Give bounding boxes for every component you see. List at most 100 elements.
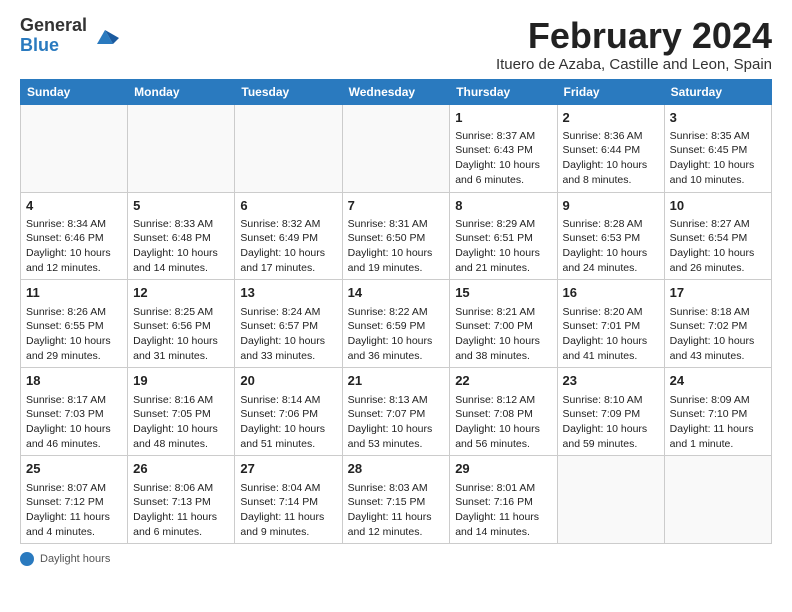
day-info: Sunrise: 8:29 AM Sunset: 6:51 PM Dayligh… (455, 217, 551, 276)
table-row: 10 Sunrise: 8:27 AM Sunset: 6:54 PM Dayli… (664, 192, 771, 280)
day-info: Sunrise: 8:36 AM Sunset: 6:44 PM Dayligh… (563, 129, 659, 188)
calendar-table: SundayMondayTuesdayWednesdayThursdayFrid… (20, 79, 772, 545)
day-number: 19 (133, 372, 229, 390)
day-info: Sunrise: 8:14 AM Sunset: 7:06 PM Dayligh… (240, 393, 336, 452)
table-row: 1 Sunrise: 8:37 AM Sunset: 6:43 PM Daylig… (450, 104, 557, 192)
table-row: 17 Sunrise: 8:18 AM Sunset: 7:02 PM Dayli… (664, 280, 771, 368)
table-row: 13 Sunrise: 8:24 AM Sunset: 6:57 PM Dayli… (235, 280, 342, 368)
day-info: Sunrise: 8:01 AM Sunset: 7:16 PM Dayligh… (455, 481, 551, 540)
title-block: February 2024 Ituero de Azaba, Castille … (496, 16, 772, 73)
table-row (342, 104, 450, 192)
day-number: 1 (455, 109, 551, 127)
table-row: 22 Sunrise: 8:12 AM Sunset: 7:08 PM Dayli… (450, 368, 557, 456)
table-row (557, 456, 664, 544)
table-row: 25 Sunrise: 8:07 AM Sunset: 7:12 PM Dayli… (21, 456, 128, 544)
calendar-header-friday: Friday (557, 79, 664, 104)
day-number: 14 (348, 284, 445, 302)
day-info: Sunrise: 8:07 AM Sunset: 7:12 PM Dayligh… (26, 481, 122, 540)
day-info: Sunrise: 8:34 AM Sunset: 6:46 PM Dayligh… (26, 217, 122, 276)
footer-label: Daylight hours (40, 553, 110, 565)
day-info: Sunrise: 8:37 AM Sunset: 6:43 PM Dayligh… (455, 129, 551, 188)
day-info: Sunrise: 8:12 AM Sunset: 7:08 PM Dayligh… (455, 393, 551, 452)
table-row: 19 Sunrise: 8:16 AM Sunset: 7:05 PM Dayli… (128, 368, 235, 456)
calendar-week-1: 4 Sunrise: 8:34 AM Sunset: 6:46 PM Daylig… (21, 192, 772, 280)
daylight-icon (20, 552, 34, 566)
table-row: 14 Sunrise: 8:22 AM Sunset: 6:59 PM Dayli… (342, 280, 450, 368)
table-row: 8Sunrise: 8:29 AM Sunset: 6:51 PM Daylig… (450, 192, 557, 280)
table-row: 28 Sunrise: 8:03 AM Sunset: 7:15 PM Dayli… (342, 456, 450, 544)
table-row: 12Sunrise: 8:25 AM Sunset: 6:56 PM Dayli… (128, 280, 235, 368)
table-row: 4 Sunrise: 8:34 AM Sunset: 6:46 PM Daylig… (21, 192, 128, 280)
day-info: Sunrise: 8:10 AM Sunset: 7:09 PM Dayligh… (563, 393, 659, 452)
day-number: 4 (26, 197, 122, 215)
day-number: 12 (133, 284, 229, 302)
day-info: Sunrise: 8:21 AM Sunset: 7:00 PM Dayligh… (455, 305, 551, 364)
logo-icon (91, 22, 119, 50)
day-number: 29 (455, 460, 551, 478)
day-info: Sunrise: 8:28 AM Sunset: 6:53 PM Dayligh… (563, 217, 659, 276)
day-number: 5 (133, 197, 229, 215)
calendar-header-wednesday: Wednesday (342, 79, 450, 104)
footer: Daylight hours (20, 552, 772, 566)
day-info: Sunrise: 8:24 AM Sunset: 6:57 PM Dayligh… (240, 305, 336, 364)
day-info: Sunrise: 8:13 AM Sunset: 7:07 PM Dayligh… (348, 393, 445, 452)
table-row: 26Sunrise: 8:06 AM Sunset: 7:13 PM Dayli… (128, 456, 235, 544)
table-row (235, 104, 342, 192)
table-row: 18 Sunrise: 8:17 AM Sunset: 7:03 PM Dayli… (21, 368, 128, 456)
day-number: 3 (670, 109, 766, 127)
day-info: Sunrise: 8:33 AM Sunset: 6:48 PM Dayligh… (133, 217, 229, 276)
table-row: 20 Sunrise: 8:14 AM Sunset: 7:06 PM Dayli… (235, 368, 342, 456)
logo: General Blue (20, 16, 119, 56)
day-info: Sunrise: 8:27 AM Sunset: 6:54 PM Dayligh… (670, 217, 766, 276)
table-row: 11 Sunrise: 8:26 AM Sunset: 6:55 PM Dayli… (21, 280, 128, 368)
calendar-header-monday: Monday (128, 79, 235, 104)
day-number: 16 (563, 284, 659, 302)
table-row: 9 Sunrise: 8:28 AM Sunset: 6:53 PM Daylig… (557, 192, 664, 280)
table-row: 6 Sunrise: 8:32 AM Sunset: 6:49 PM Daylig… (235, 192, 342, 280)
table-row (128, 104, 235, 192)
day-number: 18 (26, 372, 122, 390)
table-row: 24 Sunrise: 8:09 AM Sunset: 7:10 PM Dayli… (664, 368, 771, 456)
calendar-header-sunday: Sunday (21, 79, 128, 104)
day-info: Sunrise: 8:03 AM Sunset: 7:15 PM Dayligh… (348, 481, 445, 540)
table-row (21, 104, 128, 192)
table-row: 5 Sunrise: 8:33 AM Sunset: 6:48 PM Daylig… (128, 192, 235, 280)
day-info: Sunrise: 8:22 AM Sunset: 6:59 PM Dayligh… (348, 305, 445, 364)
day-info: Sunrise: 8:16 AM Sunset: 7:05 PM Dayligh… (133, 393, 229, 452)
location-subtitle: Ituero de Azaba, Castille and Leon, Spai… (496, 56, 772, 73)
day-info: Sunrise: 8:17 AM Sunset: 7:03 PM Dayligh… (26, 393, 122, 452)
day-number: 26 (133, 460, 229, 478)
day-number: 20 (240, 372, 336, 390)
calendar-week-3: 18 Sunrise: 8:17 AM Sunset: 7:03 PM Dayli… (21, 368, 772, 456)
day-number: 21 (348, 372, 445, 390)
table-row: 3 Sunrise: 8:35 AM Sunset: 6:45 PM Daylig… (664, 104, 771, 192)
day-info: Sunrise: 8:04 AM Sunset: 7:14 PM Dayligh… (240, 481, 336, 540)
table-row: 23Sunrise: 8:10 AM Sunset: 7:09 PM Dayli… (557, 368, 664, 456)
day-number: 10 (670, 197, 766, 215)
table-row: 29 Sunrise: 8:01 AM Sunset: 7:16 PM Dayli… (450, 456, 557, 544)
page-header: General Blue February 2024 Ituero de Aza… (20, 16, 772, 73)
table-row: 2 Sunrise: 8:36 AM Sunset: 6:44 PM Daylig… (557, 104, 664, 192)
day-number: 2 (563, 109, 659, 127)
month-title: February 2024 (496, 16, 772, 56)
day-number: 13 (240, 284, 336, 302)
day-info: Sunrise: 8:26 AM Sunset: 6:55 PM Dayligh… (26, 305, 122, 364)
day-info: Sunrise: 8:20 AM Sunset: 7:01 PM Dayligh… (563, 305, 659, 364)
day-number: 17 (670, 284, 766, 302)
day-number: 24 (670, 372, 766, 390)
table-row: 7Sunrise: 8:31 AM Sunset: 6:50 PM Daylig… (342, 192, 450, 280)
calendar-week-0: 1 Sunrise: 8:37 AM Sunset: 6:43 PM Daylig… (21, 104, 772, 192)
logo-blue-text: Blue (20, 36, 87, 56)
day-number: 22 (455, 372, 551, 390)
day-info: Sunrise: 8:09 AM Sunset: 7:10 PM Dayligh… (670, 393, 766, 452)
day-info: Sunrise: 8:32 AM Sunset: 6:49 PM Dayligh… (240, 217, 336, 276)
day-number: 25 (26, 460, 122, 478)
day-number: 9 (563, 197, 659, 215)
table-row: 16 Sunrise: 8:20 AM Sunset: 7:01 PM Dayli… (557, 280, 664, 368)
day-info: Sunrise: 8:18 AM Sunset: 7:02 PM Dayligh… (670, 305, 766, 364)
day-info: Sunrise: 8:35 AM Sunset: 6:45 PM Dayligh… (670, 129, 766, 188)
day-number: 28 (348, 460, 445, 478)
day-number: 7 (348, 197, 445, 215)
day-number: 11 (26, 284, 122, 302)
day-number: 6 (240, 197, 336, 215)
